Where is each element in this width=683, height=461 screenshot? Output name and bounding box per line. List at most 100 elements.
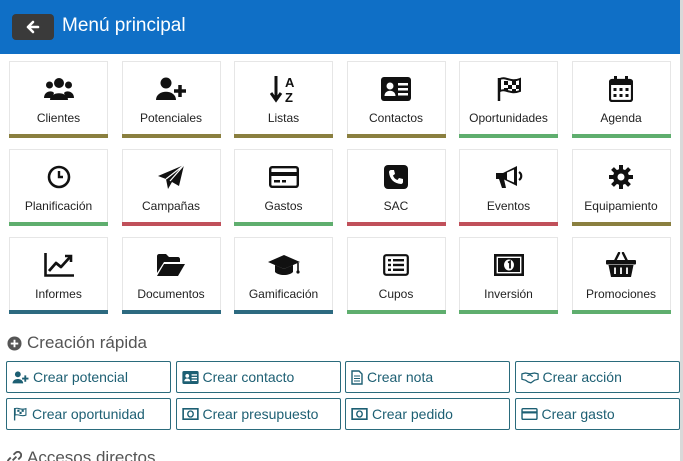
tile-cupos[interactable]: Cupos [346, 237, 446, 314]
shopping-basket-icon [606, 252, 636, 277]
crear-nota-button[interactable]: Crear nota [345, 361, 510, 393]
tile-label: Promociones [585, 287, 657, 301]
crear-contacto-button[interactable]: Crear contacto [175, 361, 341, 393]
tile-documentos[interactable]: Documentos [121, 237, 221, 314]
address-card-icon [381, 77, 411, 101]
button-label: Crear acción [542, 369, 622, 385]
tile-label: Clientes [36, 111, 81, 125]
money-bill-icon [493, 254, 524, 276]
tile-accent-bar [346, 134, 446, 138]
svg-text:Z: Z [285, 90, 293, 104]
clock-icon [47, 165, 70, 189]
crear-accion-button[interactable]: Crear acción [514, 361, 680, 393]
crear-presupuesto-button[interactable]: Crear presupuesto [175, 398, 341, 430]
list-alt-icon [383, 254, 409, 276]
bullhorn-icon [495, 166, 522, 188]
tile-gastos[interactable]: Gastos [234, 149, 333, 226]
tile-accent-bar [571, 134, 671, 138]
crear-oportunidad-button[interactable]: Crear oportunidad [6, 398, 171, 430]
button-label: Crear presupuesto [202, 406, 319, 422]
tile-potenciales[interactable]: Potenciales [121, 61, 221, 138]
tile-accent-bar [9, 310, 108, 314]
tile-campanas[interactable]: Campañas [121, 149, 221, 226]
back-button[interactable] [12, 14, 54, 40]
tile-label: Potenciales [139, 111, 203, 125]
tile-oportunidades[interactable]: Oportunidades [459, 61, 558, 138]
tile-accent-bar [234, 310, 333, 314]
button-label: Crear contacto [202, 369, 295, 385]
arrow-left-icon [26, 20, 40, 34]
crear-potencial-button[interactable]: Crear potencial [6, 361, 171, 393]
paper-plane-icon [158, 164, 185, 189]
tile-label: Equipamiento [584, 199, 658, 213]
credit-card-icon [520, 408, 538, 420]
tile-equipamiento[interactable]: Equipamiento [571, 149, 671, 226]
tile-gamificacion[interactable]: Gamificación [234, 237, 333, 314]
tile-sac[interactable]: SAC [346, 149, 446, 226]
tile-label: Contactos [368, 111, 424, 125]
tile-agenda[interactable]: Agenda [571, 61, 671, 138]
plus-circle-icon [7, 335, 22, 351]
tile-accent-bar [459, 222, 558, 226]
tile-label: Oportunidades [469, 111, 548, 125]
handshake-icon [520, 371, 539, 384]
credit-card-icon [268, 166, 299, 188]
tile-promociones[interactable]: Promociones [571, 237, 671, 314]
tile-label: Listas [267, 111, 300, 125]
sort-alpha-down-icon: A Z [269, 75, 295, 104]
tile-label: Gastos [264, 199, 303, 213]
tile-accent-bar [121, 134, 221, 138]
svg-text:A: A [285, 75, 295, 90]
tile-label: Eventos [486, 199, 531, 213]
tile-accent-bar [9, 222, 108, 226]
button-label: Crear pedido [372, 406, 453, 422]
menu-grid: Clientes Potenciales A Z Listas Contacto… [9, 61, 672, 314]
user-plus-icon [12, 370, 29, 383]
cog-icon [609, 165, 633, 189]
address-card-icon [181, 370, 199, 384]
button-label: Crear oportunidad [32, 406, 145, 422]
tile-accent-bar [459, 134, 558, 138]
tile-label: Agenda [600, 111, 642, 125]
calendar-icon [609, 76, 633, 102]
flag-checkered-icon [497, 77, 521, 101]
tile-accent-bar [121, 310, 221, 314]
crear-gasto-button[interactable]: Crear gasto [514, 398, 680, 430]
tile-label: Campañas [141, 199, 201, 213]
app-header: Menú principal [0, 0, 680, 54]
button-label: Crear nota [367, 369, 434, 385]
tile-accent-bar [346, 310, 446, 314]
tile-accent-bar [121, 222, 221, 226]
tile-listas[interactable]: A Z Listas [234, 61, 333, 138]
tile-eventos[interactable]: Eventos [459, 149, 558, 226]
crear-pedido-button[interactable]: Crear pedido [345, 398, 510, 430]
users-icon [43, 78, 74, 100]
file-text-icon [351, 369, 363, 385]
tile-inversion[interactable]: Inversión [459, 237, 558, 314]
folder-open-icon [157, 254, 185, 276]
tile-informes[interactable]: Informes [9, 237, 108, 314]
flag-checkered-icon [13, 407, 27, 421]
tile-accent-bar [571, 310, 671, 314]
tile-label: Cupos [378, 287, 414, 301]
button-label: Crear potencial [33, 369, 128, 385]
tile-accent-bar [346, 222, 446, 226]
tile-accent-bar [234, 134, 333, 138]
tile-contactos[interactable]: Contactos [346, 61, 446, 138]
money-bill-icon [181, 408, 199, 420]
quick-create-heading: Creación rápida [7, 333, 147, 353]
section-title: Accesos directos [27, 448, 156, 461]
money-bill-icon [351, 408, 368, 420]
tile-accent-bar [571, 222, 671, 226]
link-icon [7, 450, 22, 461]
section-title: Creación rápida [27, 333, 148, 352]
tile-accent-bar [9, 134, 108, 138]
phone-square-icon [384, 165, 408, 189]
tile-label: SAC [383, 199, 409, 213]
graduation-cap-icon [267, 255, 300, 275]
shortcuts-heading: Accesos directos [7, 448, 156, 461]
main-menu-screen: Menú principal Clientes Potenciales A Z [0, 0, 683, 461]
tile-clientes[interactable]: Clientes [9, 61, 108, 138]
tile-label: Documentos [137, 287, 205, 301]
tile-planificacion[interactable]: Planificación [9, 149, 108, 226]
